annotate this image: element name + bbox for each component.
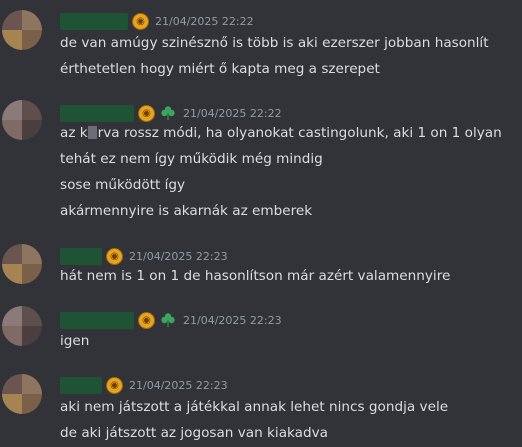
coin-badge-icon[interactable]: ◉ [106,376,123,394]
timestamp[interactable]: 21/04/2025 22:22 [183,107,282,120]
username-redacted[interactable] [60,12,128,30]
coin-badge-icon[interactable]: ◉ [138,104,155,122]
avatar[interactable] [2,10,42,50]
avatar[interactable] [2,306,42,346]
message-text: rva rossz módi, ha olyanokat castingolun… [97,125,502,141]
message-line: akármennyire is akarnák az emberek [60,203,313,219]
timestamp[interactable]: 21/04/2025 22:22 [155,15,254,28]
message-header: ◉ 21/04/2025 22:22 [60,11,254,31]
username-redacted[interactable] [60,104,134,122]
message-line: érthetetlen hogy miért ő kapta meg a sze… [60,61,380,77]
message-header: ◉ 21/04/2025 22:23 [60,310,282,330]
coin-badge-icon[interactable]: ◉ [106,247,123,265]
timestamp[interactable]: 21/04/2025 22:23 [129,379,228,392]
message-line: hát nem is 1 on 1 de hasonlítson már azé… [60,268,451,284]
avatar[interactable] [2,374,42,414]
censored-text [88,126,98,139]
avatar[interactable] [2,100,42,140]
message-line: de van amúgy szinésznő is több is aki ez… [60,35,489,51]
timestamp[interactable]: 21/04/2025 22:23 [183,314,282,327]
message-line: tehát ez nem így működik még mindig [60,151,323,167]
clover-badge-icon[interactable] [159,311,177,329]
message-header: ◉ 21/04/2025 22:23 [60,375,228,395]
coin-badge-icon[interactable]: ◉ [138,311,155,329]
username-redacted[interactable] [60,247,102,265]
message-text: az k [60,125,88,141]
avatar[interactable] [2,244,42,284]
timestamp[interactable]: 21/04/2025 22:23 [129,250,228,263]
message-line: igen [60,333,90,349]
message-line: aki nem játszott a játékkal annak lehet … [60,399,449,415]
message-line: de aki játszott az jogosan van kiakadva [60,425,328,441]
username-redacted[interactable] [60,376,102,394]
message-line: az k rva rossz módi, ha olyanokat casting… [60,120,502,146]
coin-badge-icon[interactable]: ◉ [132,12,149,30]
username-redacted[interactable] [60,311,134,329]
message-line: sose működött így [60,177,186,193]
